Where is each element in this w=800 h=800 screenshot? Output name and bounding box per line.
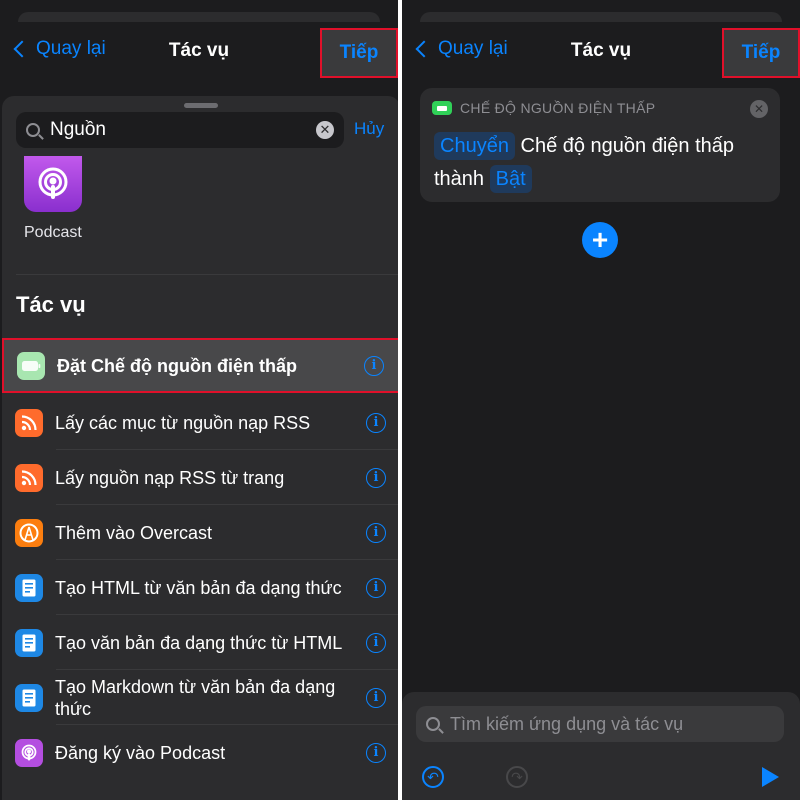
info-icon[interactable]: i [366,522,386,543]
card-text-prefix: thành [434,168,485,190]
action-row[interactable]: Tạo Markdown từ văn bản đa dạng thức i [2,670,398,725]
info-icon[interactable]: i [366,577,386,598]
action-label: Đặt Chế độ nguồn điện thấp [57,355,297,376]
verb-token[interactable]: Chuyển [434,132,515,160]
action-label: Đăng ký vào Podcast [55,742,226,763]
next-button[interactable]: Tiếp [320,28,398,78]
action-card[interactable]: CHẾ ĐỘ NGUỒN ĐIỆN THẤP ✕ Chuyển Chế độ n… [420,88,780,202]
card-title: CHẾ ĐỘ NGUỒN ĐIỆN THẤP [460,100,656,116]
action-row[interactable]: Đặt Chế độ nguồn điện thấp i [2,338,398,393]
nav-bar: Quay lại Tác vụ Tiếp [402,22,800,78]
section-title: Tác vụ [16,292,86,317]
action-row[interactable]: Đăng ký vào Podcast i [2,725,398,780]
app-result-label[interactable]: Podcast [24,224,82,242]
card-header: CHẾ ĐỘ NGUỒN ĐIỆN THẤP [432,100,655,116]
bottom-panel: Tìm kiếm ứng dụng và tác vụ ↶ ↷ [402,692,800,800]
add-action-button[interactable]: + [582,222,618,258]
chevron-left-icon [13,40,31,58]
card-body: Chuyển Chế độ nguồn điện thấp thành Bật [434,130,769,196]
value-token[interactable]: Bật [489,165,532,193]
action-label: Lấy các mục từ nguồn nạp RSS [55,412,311,433]
search-field[interactable]: Nguồn ✕ [16,112,344,148]
back-label: Quay lại [36,38,106,59]
action-picker-sheet: Nguồn ✕ Hủy Podcast Tác vụ Đặt Chế độ ng… [2,96,398,800]
clear-icon[interactable]: ✕ [316,121,334,139]
action-row[interactable]: Lấy các mục từ nguồn nạp RSS i [2,395,398,450]
divider [16,274,398,275]
chevron-left-icon [415,40,433,58]
podcast-icon [38,167,68,199]
play-icon[interactable] [762,767,779,787]
rss-icon [15,408,43,437]
info-icon[interactable]: i [366,632,386,653]
search-icon [26,123,40,137]
info-icon[interactable]: i [366,412,386,433]
document-icon [15,683,43,712]
document-icon [15,628,43,657]
search-input[interactable]: Tìm kiếm ứng dụng và tác vụ [450,714,683,735]
document-icon [15,573,43,602]
sheet-grabber[interactable] [184,103,218,108]
action-row[interactable]: Tạo văn bản đa dạng thức từ HTML i [2,615,398,670]
info-icon[interactable]: i [366,687,386,708]
info-icon[interactable]: i [366,467,386,488]
battery-icon [17,351,45,380]
next-button[interactable]: Tiếp [722,28,800,78]
left-screen: Quay lại Tác vụ Tiếp Nguồn ✕ Hủy Podcast… [0,0,398,800]
action-label: Tạo HTML từ văn bản đa dạng thức [55,577,342,598]
card-text: Chế độ nguồn điện thấp [520,135,735,157]
back-button[interactable]: Quay lại [12,38,106,60]
action-label: Thêm vào Overcast [55,522,213,543]
info-icon[interactable]: i [364,355,384,376]
action-row[interactable]: Lấy nguồn nạp RSS từ trang i [2,450,398,505]
action-label: Tạo Markdown từ văn bản đa dạng thức [55,676,336,719]
action-label: Tạo văn bản đa dạng thức từ HTML [55,632,343,653]
podcast-icon [15,738,43,767]
remove-action-icon[interactable]: ✕ [750,100,768,118]
action-row[interactable]: Tạo HTML từ văn bản đa dạng thức i [2,560,398,615]
info-icon[interactable]: i [366,742,386,763]
search-input[interactable]: Nguồn [50,119,316,141]
right-screen: Quay lại Tác vụ Tiếp CHẾ ĐỘ NGUỒN ĐIỆN T… [402,0,800,800]
action-label: Lấy nguồn nạp RSS từ trang [55,467,285,488]
search-icon [426,717,440,731]
search-field[interactable]: Tìm kiếm ứng dụng và tác vụ [416,706,784,742]
rss-icon [15,463,43,492]
undo-icon[interactable]: ↶ [422,766,444,788]
back-label: Quay lại [438,38,508,59]
battery-icon [432,101,452,115]
redo-icon[interactable]: ↷ [506,766,528,788]
back-button[interactable]: Quay lại [414,38,508,60]
nav-bar: Quay lại Tác vụ Tiếp [0,22,398,78]
cancel-button[interactable]: Hủy [354,119,384,139]
overcast-icon [15,518,43,547]
action-row[interactable]: Thêm vào Overcast i [2,505,398,560]
podcast-app-icon[interactable] [24,156,82,212]
